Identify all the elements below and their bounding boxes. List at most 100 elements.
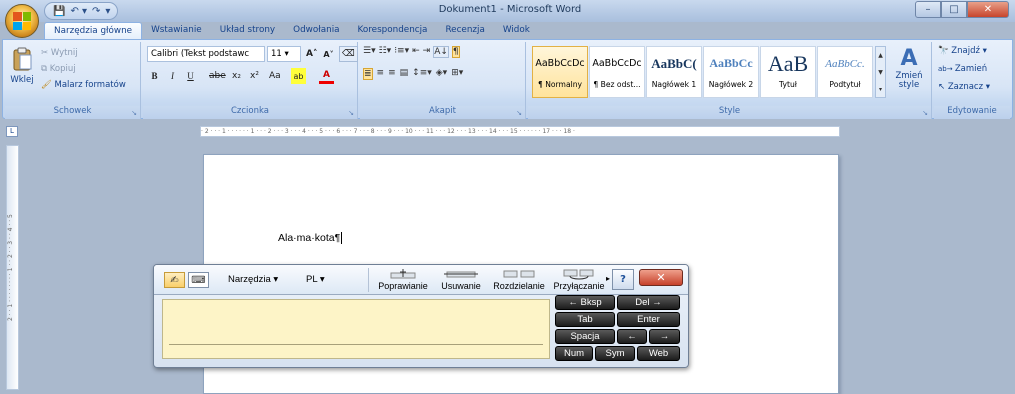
align-center-icon[interactable]: ≡ [377,68,385,80]
tab-view[interactable]: Widok [494,22,539,40]
styles-scroll[interactable]: ▲ ▼ ▾ [875,46,886,98]
keyboard-icon[interactable]: ⌨ [188,272,209,288]
multilevel-list-icon[interactable]: ⁝≡▾ [394,46,409,58]
sym-key[interactable]: Sym [595,346,635,361]
enter-key[interactable]: Enter [617,312,680,327]
close-button[interactable]: ✕ [967,1,1009,18]
font-color-button[interactable]: A [319,68,334,84]
gesture-split[interactable]: Rozdzielanie [487,267,551,291]
borders-icon[interactable]: ⊞▾ [451,68,463,80]
space-key[interactable]: Spacja [555,329,615,344]
tab-references[interactable]: Odwołania [284,22,348,40]
paragraph-row-1: ☰▾ ☷▾ ⁝≡▾ ⇤ ⇥ A↓ ¶ [363,46,460,58]
style-sample: AaBbCcDc [592,58,642,69]
gesture-label: Poprawianie [378,281,428,291]
undo-icon[interactable]: ↶ ▾ [70,6,87,17]
tools-menu[interactable]: Narzędzia ▾ [228,274,278,285]
strikethrough-button[interactable]: abe [207,68,228,84]
bullets-icon[interactable]: ☰▾ [363,46,376,58]
web-key[interactable]: Web [637,346,680,361]
office-logo-icon [13,12,31,30]
help-label: ? [620,274,626,285]
align-left-icon[interactable]: ≣ [363,68,373,80]
style-title[interactable]: AaB Tytuł [760,46,816,98]
maximize-button[interactable]: □ [941,1,967,18]
dialog-launcher-icon[interactable]: ↘ [348,109,354,117]
writing-area[interactable] [162,299,550,359]
customize-qat-icon[interactable]: ▾ [105,6,110,17]
gesture-correct[interactable]: Poprawianie [371,267,435,291]
shrink-font-button[interactable]: A˅ [321,46,336,62]
subscript-button[interactable]: x₂ [229,68,244,84]
office-button[interactable] [5,4,39,38]
tab-insert[interactable]: Wstawianie [142,22,211,40]
tab-selector[interactable]: L [6,126,18,137]
paste-button[interactable]: Wklej [9,46,35,94]
delete-key[interactable]: Del → [617,295,680,310]
num-key[interactable]: Num [555,346,593,361]
minimize-button[interactable]: – [915,1,941,18]
tab-key[interactable]: Tab [555,312,615,327]
increase-indent-icon[interactable]: ⇥ [423,46,431,58]
input-panel-close-button[interactable]: ✕ [639,269,683,286]
clear-formatting-icon[interactable]: ⌫ [339,46,358,62]
tab-home[interactable]: Narzędzia główne [44,22,143,40]
right-arrow-key[interactable]: → [649,329,680,344]
show-marks-icon[interactable]: ¶ [451,46,460,58]
style-sample: AaBbCcDc [535,58,585,69]
underline-button[interactable]: U [183,68,198,84]
tab-mailings[interactable]: Korespondencja [349,22,437,40]
line-spacing-icon[interactable]: ↕≡▾ [412,68,432,80]
document-text[interactable]: Ala·ma·kota¶ [278,232,343,245]
highlight-button[interactable]: ab [291,68,306,84]
gesture-join[interactable]: Przyłączanie [551,267,607,291]
shading-icon[interactable]: ◈▾ [436,68,447,80]
editing-caption: Edytowanie [934,106,1010,119]
input-panel[interactable]: ✍ ⌨ Narzędzia ▾ PL ▾ Poprawianie Usuwani… [153,264,689,368]
dialog-launcher-icon[interactable]: ↘ [922,109,928,117]
font-caption: Czcionka [143,106,357,119]
change-case-button[interactable]: Aa [267,68,283,84]
italic-button[interactable]: I [165,68,180,84]
change-styles-button[interactable]: A Zmień style [890,46,928,90]
style-subtitle[interactable]: AaBbCc. Podtytuł [817,46,873,98]
bold-button[interactable]: B [147,68,162,84]
sort-icon[interactable]: A↓ [433,46,449,58]
font-name-dropdown[interactable]: Calibri (Tekst podstawc [147,46,265,62]
correct-gesture-icon [371,267,435,281]
backspace-key[interactable]: ← Bksp [555,295,615,310]
dialog-launcher-icon[interactable]: ↘ [516,109,522,117]
tab-review[interactable]: Recenzja [436,22,493,40]
style-heading-1[interactable]: AaBbC( Nagłówek 1 [646,46,702,98]
gesture-label: Przyłączanie [553,281,605,291]
grow-font-button[interactable]: A˄ [304,46,319,62]
gesture-delete[interactable]: Usuwanie [435,267,487,291]
format-painter-button[interactable]: 🖌 Malarz formatów [41,80,126,90]
vertical-ruler[interactable]: 2 · · 1 · · · · · · · · 1 · · 2 · · 3 · … [6,145,19,390]
more-gestures-icon[interactable]: ▸ [606,274,610,283]
replace-label: Zamień [954,64,988,74]
style-normal[interactable]: AaBbCcDc ¶ Normalny [532,46,588,98]
cut-button[interactable]: ✂ Wytnij [41,48,78,58]
left-arrow-key[interactable]: ← [617,329,647,344]
help-button[interactable]: ? [612,269,634,290]
superscript-button[interactable]: x² [247,68,262,84]
select-button[interactable]: ↖ Zaznacz ▾ [938,82,990,92]
decrease-indent-icon[interactable]: ⇤ [412,46,420,58]
redo-icon[interactable]: ↷ [92,6,100,17]
justify-icon[interactable]: ▤ [400,68,409,80]
find-button[interactable]: 🔭 Znajdź ▾ [938,46,987,56]
dialog-launcher-icon[interactable]: ↘ [131,109,137,117]
style-heading-2[interactable]: AaBbCc Nagłówek 2 [703,46,759,98]
numbering-icon[interactable]: ☷▾ [379,46,392,58]
replace-button[interactable]: ab→ Zamień [938,64,987,74]
style-no-spacing[interactable]: AaBbCcDc ¶ Bez odst... [589,46,645,98]
tab-page-layout[interactable]: Układ strony [211,22,284,40]
align-right-icon[interactable]: ≡ [388,68,396,80]
horizontal-ruler[interactable]: · 2 · · · 1 · · · · · · 1 · · · 2 · · · … [200,126,840,137]
save-icon[interactable]: 💾 [53,6,65,17]
copy-button[interactable]: ⧉ Kopiuj [41,64,76,74]
language-menu[interactable]: PL ▾ [306,274,325,285]
font-size-dropdown[interactable]: 11 ▾ [267,46,301,62]
writing-pad-icon[interactable]: ✍ [164,272,185,288]
